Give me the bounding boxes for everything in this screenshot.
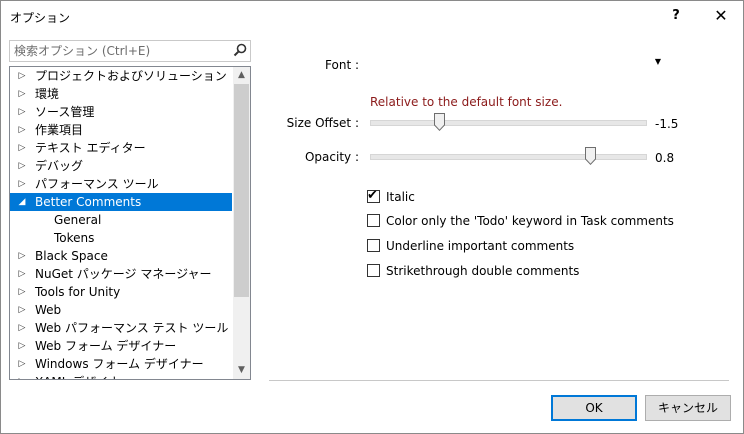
size-hint-text: Relative to the default font size. [370, 95, 563, 109]
tree-item-label: プロジェクトおよびソリューション [35, 69, 227, 83]
checkbox[interactable] [367, 264, 380, 277]
title-bar: オプション ? ✕ [1, 1, 743, 31]
tree-item[interactable]: ▷ Web フォーム デザイナー [10, 337, 232, 355]
search-input[interactable] [14, 42, 224, 59]
expand-arrow-icon[interactable]: ▷ [16, 319, 28, 337]
tree-item[interactable]: ◢ Better Comments [10, 193, 232, 211]
expand-arrow-icon[interactable]: ▷ [16, 337, 28, 355]
options-dialog: オプション ? ✕ ▷ プロジェクトおよびソリューション ▷ 環境 ▷ ソース管理 ▷ 作業項… [0, 0, 744, 434]
tree-item[interactable]: ▷ XAML デザイナー [10, 373, 232, 379]
tree-item[interactable]: ▷ ソース管理 [10, 103, 232, 121]
footer-divider [269, 380, 729, 381]
expand-arrow-icon[interactable]: ▷ [16, 85, 28, 103]
tree-item[interactable]: ▷ Windows フォーム デザイナー [10, 355, 232, 373]
tree-item-label: General [54, 213, 102, 227]
expand-arrow-icon[interactable]: ▷ [16, 67, 28, 85]
scrollbar-thumb[interactable] [234, 84, 249, 297]
tree-item-label: 作業項目 [35, 123, 84, 137]
tree-item[interactable]: General [10, 211, 232, 229]
checkbox[interactable]: ✔ [367, 188, 380, 203]
tree-item[interactable]: ▷ パフォーマンス ツール [10, 175, 232, 193]
checkbox[interactable] [367, 214, 380, 227]
checkbox-label: Underline important comments [386, 239, 575, 253]
expand-arrow-icon[interactable]: ▷ [16, 157, 28, 175]
scroll-up-icon[interactable]: ▲ [233, 67, 250, 84]
tree-item[interactable]: ▷ Black Space [10, 247, 232, 265]
tree-item[interactable]: ▷ デバッグ [10, 157, 232, 175]
expand-arrow-icon[interactable]: ▷ [16, 373, 28, 379]
window-title: オプション [10, 11, 71, 25]
size-offset-slider-track[interactable] [370, 120, 647, 126]
tree-item[interactable]: Tokens [10, 229, 232, 247]
help-button[interactable]: ? [654, 1, 698, 31]
tree-item[interactable]: ▷ 環境 [10, 85, 232, 103]
tree-item-label: テキスト エディター [35, 141, 146, 155]
expand-arrow-icon[interactable]: ▷ [16, 301, 28, 319]
size-offset-value: -1.5 [655, 117, 679, 131]
font-label: Font : [325, 58, 359, 72]
checkbox[interactable] [367, 239, 380, 252]
ok-button[interactable]: OK [551, 395, 637, 421]
tree-item-label: Black Space [35, 249, 108, 263]
tree-item-label: Windows フォーム デザイナー [35, 357, 204, 371]
expand-arrow-icon[interactable]: ▷ [16, 355, 28, 373]
scroll-down-icon[interactable]: ▼ [233, 362, 250, 379]
tree-item-label: Web [35, 303, 62, 317]
tree-item[interactable]: ▷ NuGet パッケージ マネージャー [10, 265, 232, 283]
font-dropdown[interactable]: ▼ [365, 54, 665, 74]
tree-item-label: ソース管理 [35, 105, 95, 119]
collapse-arrow-icon[interactable]: ◢ [16, 193, 28, 211]
chevron-down-icon[interactable]: ▼ [655, 57, 661, 66]
tree-item-label: NuGet パッケージ マネージャー [35, 267, 212, 281]
opacity-value: 0.8 [655, 151, 675, 165]
close-button[interactable]: ✕ [699, 1, 743, 31]
cancel-button[interactable]: キャンセル [645, 395, 731, 421]
options-tree: ▷ プロジェクトおよびソリューション ▷ 環境 ▷ ソース管理 ▷ 作業項目 ▷ テキスト エディ… [9, 66, 251, 380]
tree-item-label: デバッグ [35, 159, 84, 173]
opacity-slider-track[interactable] [370, 154, 647, 160]
tree-item-label: Web フォーム デザイナー [35, 339, 177, 353]
expand-arrow-icon[interactable]: ▷ [16, 265, 28, 283]
tree-item[interactable]: ▷ Tools for Unity [10, 283, 232, 301]
tree-item[interactable]: ▷ 作業項目 [10, 121, 232, 139]
checkmark-icon: ✔ [367, 188, 378, 203]
opacity-slider-thumb[interactable] [585, 147, 596, 165]
tree-item-label: Better Comments [35, 195, 142, 209]
opacity-label: Opacity : [304, 150, 359, 164]
tree-item-label: Tools for Unity [35, 285, 121, 299]
tree-item-label: XAML デザイナー [35, 373, 132, 379]
tree-item[interactable]: ▷ プロジェクトおよびソリューション [10, 67, 232, 85]
expand-arrow-icon[interactable]: ▷ [16, 283, 28, 301]
size-offset-slider-thumb[interactable] [433, 113, 445, 131]
expand-arrow-icon[interactable]: ▷ [16, 247, 28, 265]
tree-item-label: パフォーマンス ツール [35, 177, 159, 191]
tree-item[interactable]: ▷ テキスト エディター [10, 139, 232, 157]
tree-item-label: Web パフォーマンス テスト ツール [35, 321, 229, 335]
expand-arrow-icon[interactable]: ▷ [16, 103, 28, 121]
checkbox-label: Color only the 'Todo' keyword in Task co… [386, 214, 674, 228]
expand-arrow-icon[interactable]: ▷ [16, 121, 28, 139]
tree-item-label: Tokens [54, 231, 95, 245]
expand-arrow-icon[interactable]: ▷ [16, 139, 28, 157]
size-offset-label: Size Offset : [286, 116, 359, 130]
checkbox-label: Strikethrough double comments [386, 264, 580, 278]
expand-arrow-icon[interactable]: ▷ [16, 175, 28, 193]
search-icon[interactable] [233, 43, 247, 57]
tree-item-label: 環境 [35, 87, 60, 101]
search-box[interactable] [9, 40, 251, 62]
tree-list: ▷ プロジェクトおよびソリューション ▷ 環境 ▷ ソース管理 ▷ 作業項目 ▷ テキスト エディ… [10, 67, 232, 379]
tree-item[interactable]: ▷ Web [10, 301, 232, 319]
tree-item[interactable]: ▷ Web パフォーマンス テスト ツール [10, 319, 232, 337]
checkbox-label: Italic [386, 190, 415, 204]
tree-vertical-scrollbar[interactable]: ▲ ▼ [233, 67, 250, 379]
